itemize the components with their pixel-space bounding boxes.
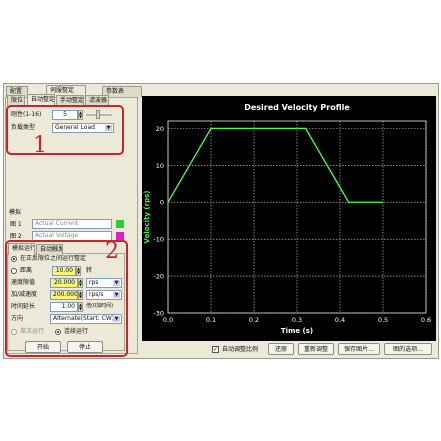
velocity-data-point	[167, 201, 169, 203]
chart-title: Desired Velocity Profile	[244, 103, 350, 112]
velocity-series-line	[167, 127, 383, 203]
restore-button[interactable]: 还原	[268, 343, 294, 355]
scope-row-1-select[interactable]: Actual Current	[32, 219, 112, 229]
annotation-number-1: 1	[33, 133, 47, 158]
y-tick-label: 20	[156, 125, 164, 133]
x-tick-label: 0.2	[249, 316, 259, 324]
scope-row-1-label: 图 1	[10, 221, 22, 228]
save-image-button[interactable]: 保存图片...	[338, 343, 380, 355]
x-tick-label: 0.0	[163, 316, 173, 324]
velocity-data-point	[210, 127, 212, 129]
y-tick-label: -20	[153, 273, 164, 281]
chart-options-button[interactable]: 图的选项...	[384, 343, 432, 355]
annotation-box-1	[6, 105, 124, 155]
y-tick-label: -10	[153, 236, 164, 244]
retune-button[interactable]: 重新调整	[298, 343, 334, 355]
x-tick-label: 0.3	[292, 316, 302, 324]
velocity-chart-svg: 0.0 0.1 0.2 0.3 0.4 0.5 0.6 20 10 0 -10 -20 -30 Desir…	[143, 103, 431, 335]
y-tick-label: 10	[156, 162, 164, 170]
velocity-data-point	[382, 201, 384, 203]
x-axis-label: Time (s)	[281, 327, 313, 335]
x-tick-label: 0.1	[206, 316, 216, 324]
scope-row-1-color-swatch[interactable]	[116, 220, 124, 228]
y-tick-label: 0	[160, 199, 164, 207]
x-tick-label: 0.5	[378, 316, 388, 324]
y-tick-label: -30	[153, 310, 164, 318]
x-tick-label: 0.6	[421, 316, 431, 324]
y-axis-label: Velocity (rps)	[143, 191, 151, 244]
velocity-chart: 0.0 0.1 0.2 0.3 0.4 0.5 0.6 20 10 0 -10 -20 -30 Desir…	[142, 96, 436, 341]
auto-scale-checkbox[interactable]: ✓	[212, 346, 219, 353]
scope-title: 模拟	[9, 209, 22, 216]
velocity-data-point	[305, 127, 307, 129]
velocity-data-point	[348, 201, 350, 203]
auto-scale-label: 自动调整比例	[222, 346, 259, 353]
annotation-number-2: 2	[105, 239, 119, 264]
x-tick-label: 0.4	[335, 316, 345, 324]
